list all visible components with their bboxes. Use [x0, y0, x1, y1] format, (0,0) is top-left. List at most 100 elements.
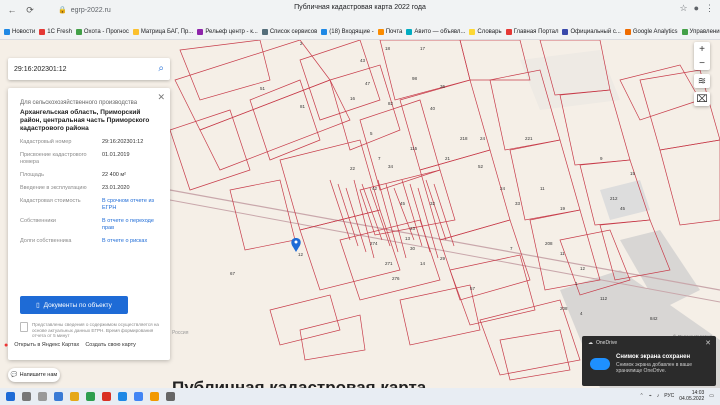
documents-button[interactable]: ▯ Документы по объекту	[20, 296, 128, 314]
parcel-number: 221	[525, 136, 533, 141]
detail-value: 22 400 м²	[102, 172, 126, 178]
chat-button[interactable]: 💬 Напишите нам	[8, 368, 60, 382]
menu-icon[interactable]: ⋮	[705, 3, 714, 14]
network-icon[interactable]: ⌁	[649, 393, 652, 399]
detail-key: Кадастровый номер	[20, 139, 72, 145]
detail-link[interactable]: В отчете о рисках	[102, 238, 158, 245]
zoom-out-button[interactable]: −	[694, 56, 710, 70]
bookmark-item[interactable]: Словарь	[469, 29, 502, 35]
onedrive-cloud-icon	[590, 358, 610, 370]
ruler-icon: ⌧	[696, 93, 708, 105]
detail-key: Введение в эксплуатацию	[20, 185, 87, 191]
bookmark-item[interactable]: Авито — объявл...	[406, 29, 465, 35]
search-box[interactable]: 29:16:202301:12 ⌕	[8, 58, 170, 80]
region-label: Россия	[172, 330, 189, 336]
search-icon[interactable]: ⌕	[158, 63, 164, 74]
parcel-number: 18	[385, 46, 391, 51]
parcel-number: 21	[445, 156, 451, 161]
address-text: egrp-2022.ru	[70, 6, 111, 14]
chrome-icon[interactable]	[134, 392, 143, 401]
parcel-number: 13	[405, 236, 411, 241]
bookmark-item[interactable]: Охота - Прогнос	[75, 29, 129, 35]
app-icon[interactable]	[102, 392, 111, 401]
parcel-number: 208	[545, 241, 553, 246]
parcel-number: 36	[440, 84, 446, 89]
volume-icon[interactable]: ♪	[657, 393, 660, 399]
parcel-number: 40	[430, 106, 436, 111]
bookmark-favicon-icon	[406, 29, 413, 35]
parcel-number: 52	[478, 164, 484, 169]
app-icon[interactable]	[166, 392, 175, 401]
parcel-number: 212	[610, 196, 618, 201]
bookmark-label: (18) Входящие -	[329, 29, 374, 35]
search-taskbar-icon[interactable]	[22, 392, 31, 401]
yandex-bar: ● Открыть в Яндекс Картах Создать свою к…	[4, 340, 136, 350]
bookmark-item[interactable]: Список сервисов	[261, 29, 317, 35]
back-icon[interactable]: ←	[6, 4, 18, 16]
documents-button-label: Документы по объекту	[43, 301, 112, 309]
report-note: Представлены сведения о содержимом осуще…	[20, 322, 160, 339]
parcel-number: 24	[500, 186, 506, 191]
bookmark-label: Новости	[12, 29, 36, 35]
ruler-button[interactable]: ⌧	[694, 92, 710, 106]
bookmark-item[interactable]: Почта	[377, 29, 402, 35]
address-bar[interactable]: 🔒 egrp-2022.ru	[58, 4, 168, 16]
bookmark-star-icon[interactable]: ☆	[679, 3, 687, 14]
app-icon[interactable]	[86, 392, 95, 401]
detail-value: 23.01.2020	[102, 185, 130, 191]
lock-icon: 🔒	[58, 7, 67, 14]
parcel-number: 22	[350, 166, 356, 171]
bookmark-favicon-icon	[4, 29, 10, 35]
bookmark-favicon-icon	[562, 29, 569, 35]
bookmark-item[interactable]: (18) Входящие -	[321, 29, 374, 35]
detail-key: Площадь	[20, 172, 44, 178]
parcel-number: 32	[430, 201, 436, 206]
bookmark-item[interactable]: 1С Fresh	[39, 29, 72, 35]
bookmark-item[interactable]: Управление сайт...	[681, 29, 720, 35]
notification-close-icon[interactable]: ✕	[705, 339, 711, 347]
parcel-number: 112	[600, 296, 608, 301]
onedrive-notification[interactable]: ☁ OneDrive ✕ Снимок экрана сохранен Сним…	[582, 336, 716, 386]
tray-chevron-icon[interactable]: ⌃	[640, 393, 644, 399]
detail-row: Площадь 22 400 м²	[20, 172, 158, 179]
bookmark-item[interactable]: Google Analytics	[624, 29, 678, 35]
task-view-icon[interactable]	[38, 392, 47, 401]
bookmark-item[interactable]: Новости	[4, 29, 35, 35]
app-icon[interactable]	[118, 392, 127, 401]
yandex-pin-icon: ●	[4, 341, 9, 349]
open-yandex-link[interactable]: Открыть в Яндекс Картах	[14, 342, 79, 348]
detail-link[interactable]: В отчете о переходе прав	[102, 218, 158, 232]
clock[interactable]: 14:03 04.05.2022	[679, 390, 704, 402]
lang-indicator[interactable]: РУС	[664, 393, 674, 399]
profile-icon[interactable]: ●	[694, 3, 699, 14]
layers-button[interactable]: ≋	[694, 74, 710, 88]
notifications-icon[interactable]: ▭	[709, 393, 714, 399]
parcel-number: 11	[540, 186, 545, 191]
bookmark-item[interactable]: Матрица БАГ, Пр...	[132, 29, 193, 35]
parcel-details: Кадастровый номер 29:16:202301:12 Присвоен…	[20, 139, 158, 245]
report-note-text: Представлены сведения о содержимом осуще…	[32, 322, 159, 339]
explorer-icon[interactable]	[70, 392, 79, 401]
bookmark-item[interactable]: Официальный с...	[562, 29, 621, 35]
detail-key: Присвоение кадастрового номера	[20, 152, 87, 165]
parcel-info-card: ✕ Для сельскохозяйственного производства…	[8, 88, 170, 360]
parcel-number: 276	[392, 276, 400, 281]
bookmark-favicon-icon	[321, 29, 328, 35]
close-icon[interactable]: ✕	[157, 92, 165, 103]
clock-date: 04.05.2022	[679, 396, 705, 402]
app-icon[interactable]	[150, 392, 159, 401]
bookmark-item[interactable]: Рельеф центр - к...	[197, 29, 258, 35]
detail-row: Введение в эксплуатацию 23.01.2020	[20, 185, 158, 192]
create-map-link[interactable]: Создать свою карту	[85, 342, 136, 348]
app-icon[interactable]	[54, 392, 63, 401]
start-icon[interactable]	[6, 392, 15, 401]
search-input[interactable]: 29:16:202301:12	[14, 66, 67, 73]
detail-value: 29:16:202301:12	[102, 139, 144, 145]
zoom-in-button[interactable]: +	[694, 42, 710, 56]
parcel-number: 34	[388, 164, 394, 169]
parcel-number: 115	[410, 146, 418, 151]
detail-link[interactable]: В срочном отчете из ЕГРН	[102, 198, 158, 212]
chat-icon: 💬	[10, 372, 18, 378]
reload-icon[interactable]: ⟳	[24, 4, 36, 16]
bookmark-item[interactable]: Главная Портал	[505, 29, 558, 35]
